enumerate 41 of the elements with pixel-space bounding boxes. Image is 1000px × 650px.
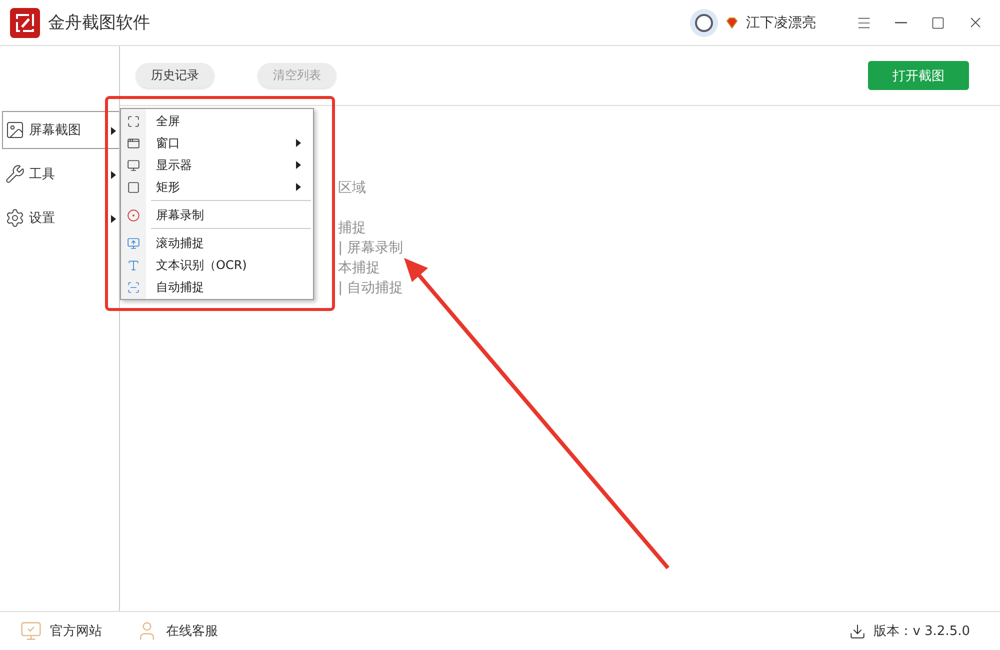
caret-icon <box>111 215 116 223</box>
menu-item[interactable]: 文本识别（OCR) <box>121 254 313 276</box>
caret-icon <box>111 127 116 135</box>
hint-text: 捕捉 <box>338 219 367 238</box>
menu-item[interactable]: 屏幕录制 <box>121 204 313 226</box>
menu-item[interactable]: 自动捕捉 <box>121 276 313 298</box>
window-title: 金舟截图软件 <box>48 12 150 34</box>
wrench-icon <box>5 164 25 184</box>
diamond-icon <box>726 16 738 28</box>
menu-item[interactable]: 显示器 <box>121 154 313 176</box>
download-icon[interactable] <box>848 622 866 640</box>
menu-item[interactable]: 窗口 <box>121 132 313 154</box>
user-avatar[interactable] <box>690 8 718 36</box>
caret-icon <box>111 171 116 179</box>
monitor-icon <box>20 620 42 642</box>
menu-item-icon <box>127 236 140 250</box>
hint-text: | 屏幕录制 <box>338 239 404 258</box>
maximize-icon <box>931 16 945 30</box>
version-text: 版本：v 3.2.5.0 <box>874 623 970 640</box>
menu-item-icon <box>127 258 140 272</box>
menu-item-icon <box>127 136 140 150</box>
menu-item-icon <box>127 114 140 128</box>
menu-item[interactable]: 滚动捕捉 <box>121 232 313 254</box>
menu-item-icon <box>127 180 140 194</box>
menu-item-icon <box>127 208 140 222</box>
support-link[interactable]: 在线客服 <box>136 620 218 642</box>
menu-item-icon <box>127 280 140 294</box>
hint-text: | 自动捕捉 <box>338 279 404 298</box>
hint-text: 区域 <box>338 179 367 198</box>
sidebar-item[interactable]: 屏幕截图 <box>2 111 119 149</box>
image-icon <box>5 120 25 140</box>
menu-item[interactable]: 全屏 <box>121 110 313 132</box>
hint-text: 本捕捉 <box>338 259 381 278</box>
app-logo <box>10 8 40 38</box>
menu-item-icon <box>127 158 140 172</box>
website-link[interactable]: 官方网站 <box>20 620 102 642</box>
menu-item[interactable]: 矩形 <box>121 176 313 198</box>
minimize-icon <box>895 22 907 24</box>
settings-icon <box>5 208 25 228</box>
history-button[interactable]: 历史记录 <box>136 63 214 88</box>
user-name[interactable]: 江下凌漂亮 <box>746 14 816 32</box>
